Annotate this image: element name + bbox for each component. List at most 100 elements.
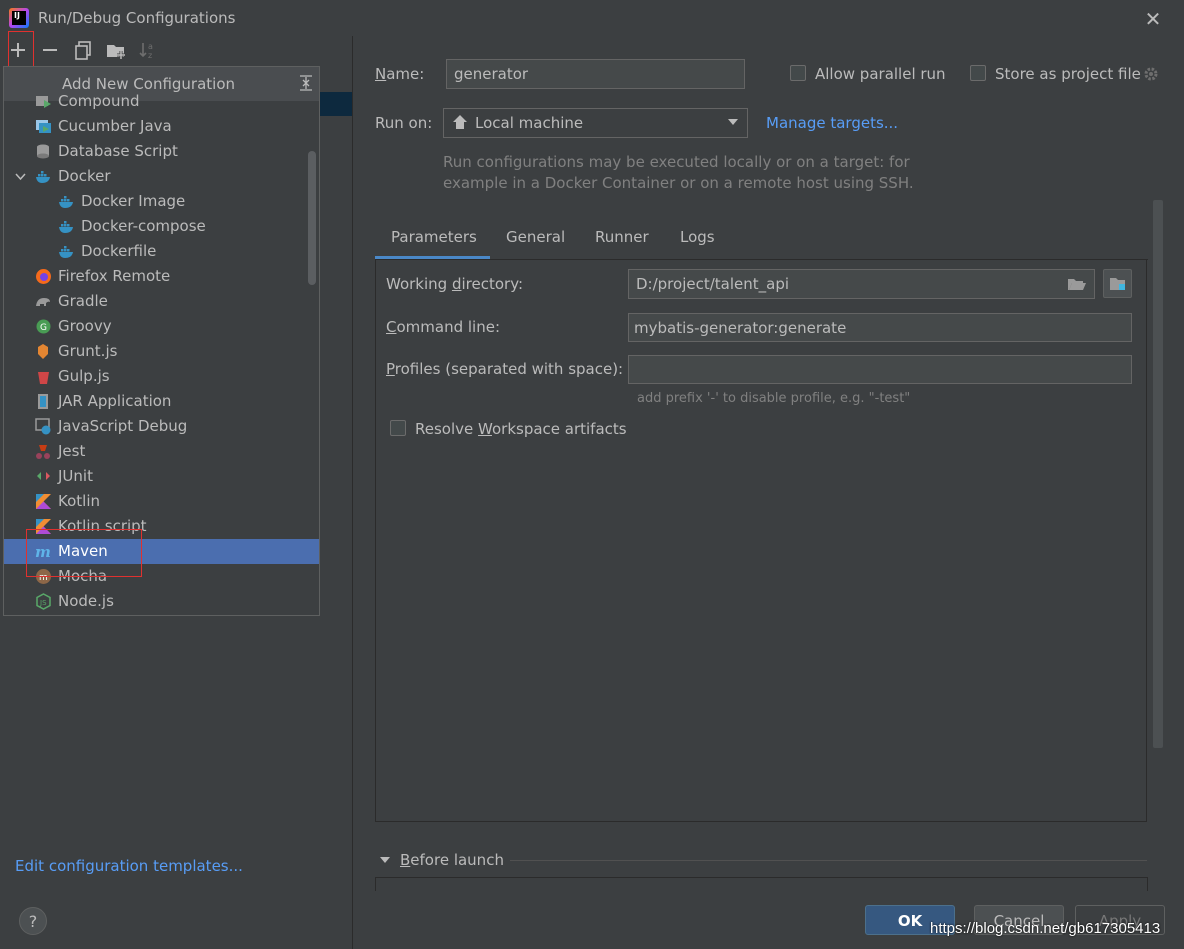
help-button[interactable]: ? (19, 907, 47, 935)
svg-text:a: a (148, 42, 153, 51)
config-type-kotlin[interactable]: Kotlin (4, 489, 319, 514)
close-icon[interactable]: ✕ (1142, 8, 1164, 30)
tab-general[interactable]: General (506, 228, 565, 246)
config-type-jar-application[interactable]: JAR Application (4, 389, 319, 414)
config-type-label: Grunt.js (58, 342, 118, 360)
config-type-label: Gulp.js (58, 367, 110, 385)
config-type-groovy[interactable]: G Groovy (4, 314, 319, 339)
home-icon (452, 114, 468, 130)
config-type-label: Node.js (58, 592, 114, 610)
selected-config-row[interactable] (318, 92, 352, 116)
watermark-text: https://blog.csdn.net/gb617305413 (930, 920, 1161, 937)
folder-add-icon[interactable] (104, 38, 128, 62)
store-project-checkbox[interactable] (970, 65, 986, 81)
nodejs-icon: JS (35, 593, 52, 610)
parameters-panel (375, 259, 1147, 822)
config-type-gulp-js[interactable]: Gulp.js (4, 364, 319, 389)
config-type-firefox-remote[interactable]: Firefox Remote (4, 264, 319, 289)
config-type-label: JUnit (58, 467, 93, 485)
jest-icon (35, 443, 52, 460)
docker-icon (58, 193, 75, 210)
compound-icon (35, 93, 52, 110)
config-type-label: Docker (58, 167, 111, 185)
run-hint-line-1: Run configurations may be executed local… (443, 153, 910, 171)
config-type-label: Gradle (58, 292, 108, 310)
gradle-icon (35, 293, 52, 310)
config-type-docker-image[interactable]: Docker Image (4, 189, 319, 214)
run-on-label: Run on: (375, 114, 433, 132)
javascript-debug-icon (35, 418, 52, 435)
working-directory-label: Working directory: (386, 275, 524, 293)
window-title: Run/Debug Configurations (38, 9, 236, 27)
config-type-label: Firefox Remote (58, 267, 171, 285)
config-type-dockerfile[interactable]: Dockerfile (4, 239, 319, 264)
gulp-icon (35, 368, 52, 385)
config-type-compound[interactable]: Compound (4, 89, 319, 114)
docker-icon (58, 243, 75, 260)
tab-parameters[interactable]: Parameters (391, 228, 477, 246)
gear-icon[interactable] (1142, 65, 1160, 83)
config-type-label: Cucumber Java (58, 117, 172, 135)
copy-configuration-button[interactable] (71, 38, 95, 62)
before-launch-label[interactable]: Before launch (400, 851, 504, 869)
highlight-box-add (8, 31, 34, 70)
working-directory-input[interactable]: D:/project/talent_api (628, 269, 1095, 299)
run-on-dropdown[interactable]: Local machine (443, 108, 748, 138)
config-type-label: Dockerfile (81, 242, 157, 260)
config-type-node-js[interactable]: JS Node.js (4, 589, 319, 614)
config-type-jest[interactable]: Jest (4, 439, 319, 464)
run-debug-dialog: IJ Run/Debug Configurations ✕ az Add New… (0, 0, 1184, 949)
chevron-down-icon (727, 118, 739, 126)
sort-icon[interactable]: az (136, 38, 160, 62)
config-type-label: Docker-compose (81, 217, 206, 235)
remove-configuration-button[interactable] (38, 38, 62, 62)
collapse-before-launch-icon[interactable] (379, 856, 391, 864)
svg-text:JS: JS (39, 599, 47, 607)
before-launch-divider (510, 860, 1147, 861)
config-type-label: JAR Application (58, 392, 172, 410)
name-input[interactable]: generator (446, 59, 745, 89)
store-project-label[interactable]: Store as project file (995, 65, 1141, 83)
resolve-workspace-label[interactable]: Resolve Workspace artifacts (415, 420, 627, 438)
config-type-docker-compose[interactable]: Docker-compose (4, 214, 319, 239)
config-type-label: JavaScript Debug (58, 417, 188, 435)
manage-targets-link[interactable]: Manage targets... (766, 114, 898, 132)
intellij-logo-icon: IJ (9, 8, 29, 28)
kotlin-icon (35, 493, 52, 510)
database-script-icon (35, 143, 52, 160)
popup-scrollbar[interactable] (308, 151, 316, 285)
config-type-docker[interactable]: Docker (4, 164, 319, 189)
config-type-label: Compound (58, 92, 140, 110)
highlight-box-maven (26, 529, 142, 577)
run-hint-line-2: example in a Docker Container or on a re… (443, 174, 914, 192)
resolve-workspace-checkbox[interactable] (390, 420, 406, 436)
vertical-scrollbar[interactable] (1153, 200, 1163, 748)
config-type-label: Jest (58, 442, 86, 460)
edit-templates-link[interactable]: Edit configuration templates... (15, 857, 243, 875)
config-type-label: Docker Image (81, 192, 186, 210)
svg-text:G: G (40, 323, 47, 333)
config-type-junit[interactable]: JUnit (4, 464, 319, 489)
allow-parallel-checkbox[interactable] (790, 65, 806, 81)
open-folder-icon[interactable] (1067, 276, 1087, 292)
config-type-grunt-js[interactable]: Grunt.js (4, 339, 319, 364)
command-line-label: Command line: (386, 318, 500, 336)
config-type-label: Groovy (58, 317, 112, 335)
config-type-database-script[interactable]: Database Script (4, 139, 319, 164)
firefox-icon (35, 268, 52, 285)
profiles-input[interactable] (628, 355, 1132, 384)
module-folder-button[interactable] (1103, 269, 1132, 298)
config-type-gradle[interactable]: Gradle (4, 289, 319, 314)
cucumber-java-icon (35, 118, 52, 135)
allow-parallel-label[interactable]: Allow parallel run (815, 65, 946, 83)
config-type-javascript-debug[interactable]: JavaScript Debug (4, 414, 319, 439)
tab-runner[interactable]: Runner (595, 228, 649, 246)
grunt-icon (35, 343, 52, 360)
docker-icon (58, 218, 75, 235)
config-type-cucumber-java[interactable]: Cucumber Java (4, 114, 319, 139)
command-line-input[interactable]: mybatis-generator:generate (628, 313, 1132, 342)
profiles-hint: add prefix '-' to disable profile, e.g. … (637, 391, 911, 406)
tab-logs[interactable]: Logs (680, 228, 715, 246)
junit-icon (35, 468, 52, 485)
chevron-down-icon[interactable] (12, 168, 29, 185)
